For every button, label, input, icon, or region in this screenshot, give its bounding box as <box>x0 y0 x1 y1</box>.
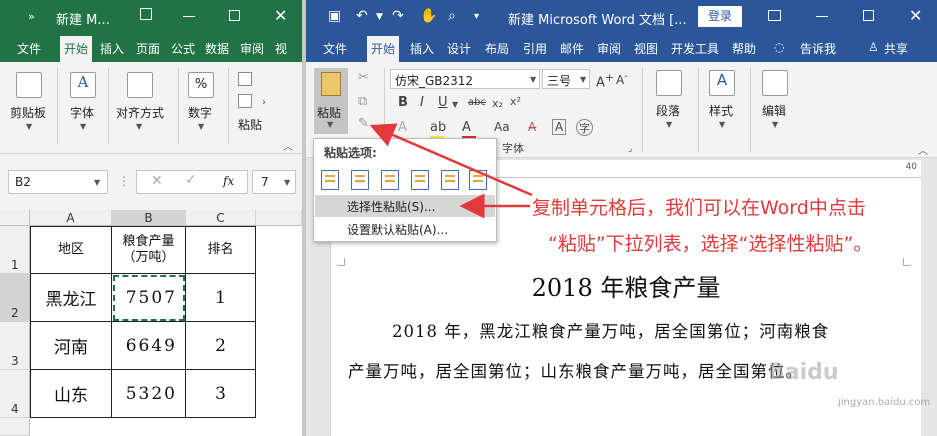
annotation-text-line1: 复制单元格后，我们可以在Word中点击 <box>532 197 866 219</box>
baidu-watermark: Baidu <box>768 360 839 385</box>
baidu-watermark-url: jingyan.baidu.com <box>838 397 931 408</box>
arrow-to-paste-button <box>369 123 533 197</box>
annotation-text-line2: “粘贴”下拉列表，选择“选择性粘贴”。 <box>548 233 873 255</box>
